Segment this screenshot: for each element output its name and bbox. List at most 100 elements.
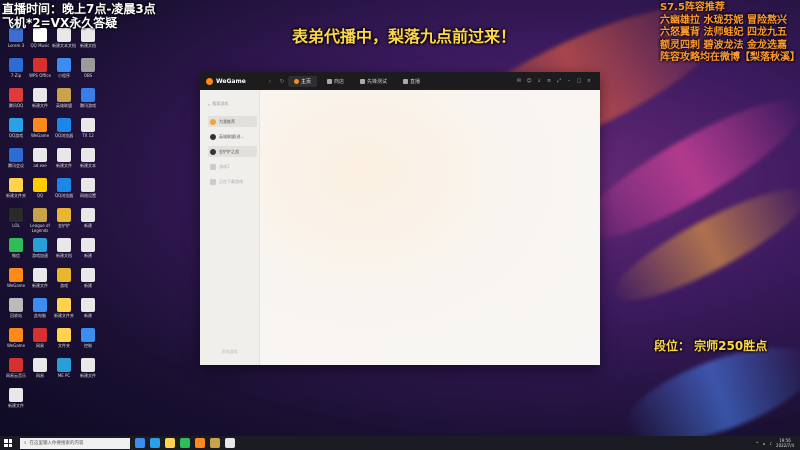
desktop-icon[interactable]: WeGame bbox=[3, 328, 29, 358]
desktop-icon[interactable]: 小程序 bbox=[51, 58, 77, 88]
desktop-icon-label: 新建 bbox=[84, 283, 92, 288]
sidebar-item-downloading[interactable]: 正在下载游戏 bbox=[208, 176, 257, 187]
desktop-icon[interactable]: 新建 bbox=[75, 268, 101, 298]
taskbar-app-icon[interactable] bbox=[195, 438, 205, 448]
desktop-icon[interactable]: OBS bbox=[75, 58, 101, 88]
desktop-icon-label: 新建文件 bbox=[80, 373, 96, 378]
desktop-icon[interactable]: 文件夹 bbox=[51, 328, 77, 358]
app-icon bbox=[57, 268, 71, 282]
user-icon[interactable]: ☺ bbox=[524, 78, 534, 84]
app-icon bbox=[33, 328, 47, 342]
desktop-icon[interactable]: 新建文本文档 bbox=[51, 28, 77, 58]
tab-label: 先锋测试 bbox=[367, 78, 388, 85]
desktop-icon-label: TX 12 bbox=[82, 133, 94, 138]
desktop-icon[interactable]: 游戏 bbox=[51, 268, 77, 298]
desktop-icon[interactable]: 新建 bbox=[75, 208, 101, 238]
desktop-icon[interactable]: Lorem 3 bbox=[3, 28, 29, 58]
desktop-icon[interactable]: QQ浏览器 bbox=[51, 178, 77, 208]
desktop-icon[interactable]: League of Legends bbox=[27, 208, 53, 238]
download-icon[interactable]: ↓ bbox=[534, 78, 544, 84]
maximize-icon[interactable]: □ bbox=[574, 78, 584, 84]
tab-live[interactable]: 直播 bbox=[397, 76, 426, 87]
desktop-icon[interactable]: 英雄联盟 bbox=[51, 88, 77, 118]
tab-pioneer-test[interactable]: 先锋测试 bbox=[354, 76, 393, 87]
desktop-icon-label: 网易云音乐 bbox=[6, 373, 26, 378]
desktop-icon-label: 新建文本文档 bbox=[52, 43, 76, 48]
taskbar-app-icon[interactable] bbox=[225, 438, 235, 448]
app-icon bbox=[57, 358, 71, 372]
message-icon[interactable]: ✉ bbox=[514, 78, 524, 84]
app-icon bbox=[33, 298, 47, 312]
volume-icon[interactable]: ♪ bbox=[769, 441, 772, 446]
back-arrow-icon[interactable]: ‹ bbox=[264, 78, 276, 85]
desktop-icon[interactable]: 7-Zip bbox=[3, 58, 29, 88]
tab-home[interactable]: 主页 bbox=[288, 75, 318, 87]
desktop-icon[interactable]: 腾讯游戏 bbox=[75, 88, 101, 118]
taskbar-app-icon[interactable] bbox=[150, 438, 160, 448]
sidebar-item-game[interactable]: 游戏1 bbox=[208, 161, 257, 172]
taskbar-search-input[interactable]: ⌕ 在这里输入你要搜索的内容 bbox=[20, 437, 130, 449]
desktop-icon[interactable]: 网易 bbox=[27, 358, 53, 388]
desktop-icon[interactable]: QQ bbox=[27, 178, 53, 208]
desktop-icon[interactable]: 新建文件 bbox=[51, 148, 77, 178]
stream-banner: 表弟代播中，梨落九点前过来！ bbox=[292, 27, 517, 46]
add-game-button[interactable]: 添加游戏 bbox=[200, 349, 259, 355]
desktop-icon[interactable]: LOL bbox=[3, 208, 29, 238]
desktop-icon[interactable]: 新建 bbox=[75, 238, 101, 268]
minimize-icon[interactable]: – bbox=[564, 78, 574, 84]
close-icon[interactable]: × bbox=[584, 78, 594, 84]
desktop-icon-label: 新建文件 bbox=[56, 163, 72, 168]
search-icon: ⌕ bbox=[208, 101, 211, 107]
desktop-icon[interactable]: WPS Office bbox=[27, 58, 53, 88]
desktop-icon[interactable]: 腾讯QQ bbox=[3, 88, 29, 118]
desktop-icon[interactable]: ME PC bbox=[51, 358, 77, 388]
taskbar-app-icon[interactable] bbox=[165, 438, 175, 448]
desktop-icon[interactable]: 新建 bbox=[75, 298, 101, 328]
desktop-icon[interactable]: 金铲铲 bbox=[51, 208, 77, 238]
desktop-icon[interactable]: 回收站 bbox=[3, 298, 29, 328]
desktop-icon[interactable]: 网易云音乐 bbox=[3, 358, 29, 388]
taskbar-clock[interactable]: 19:56 2022/7/4 bbox=[776, 438, 794, 448]
desktop-icon[interactable]: 新建文件 bbox=[27, 88, 53, 118]
taskbar-app-icon[interactable] bbox=[210, 438, 220, 448]
desktop-icon[interactable]: 新建文件 bbox=[3, 388, 29, 418]
desktop-icon[interactable]: ad.exe bbox=[27, 148, 53, 178]
desktop-icon[interactable]: 新建文本 bbox=[75, 148, 101, 178]
desktop-icon[interactable]: 控制 bbox=[75, 328, 101, 358]
taskbar-app-icon[interactable] bbox=[135, 438, 145, 448]
desktop-icon[interactable]: 微信 bbox=[3, 238, 29, 268]
tray-arrow-icon[interactable]: ^ bbox=[756, 441, 759, 446]
refresh-icon[interactable]: ↻ bbox=[276, 78, 288, 85]
desktop-icon[interactable]: 此电脑 bbox=[27, 298, 53, 328]
tab-label: 主页 bbox=[301, 78, 312, 85]
start-button[interactable] bbox=[4, 439, 12, 447]
sidebar-item-recommend[interactable]: 为我推荐 bbox=[208, 116, 257, 127]
desktop-icon[interactable]: QQ Music bbox=[27, 28, 53, 58]
taskbar-search-placeholder: 在这里输入你要搜索的内容 bbox=[29, 441, 84, 446]
desktop-icon[interactable]: 网易 bbox=[27, 328, 53, 358]
game-search-input[interactable]: ⌕ 搜索游戏 bbox=[208, 100, 254, 108]
desktop-icon[interactable]: WeGame bbox=[3, 268, 29, 298]
desktop-icon[interactable]: 腾讯会议 bbox=[3, 148, 29, 178]
desktop-icon[interactable]: 新建文件夹 bbox=[51, 298, 77, 328]
network-icon[interactable]: ⌂ bbox=[763, 441, 766, 446]
desktop-icon[interactable]: QQ游戏 bbox=[3, 118, 29, 148]
expand-icon[interactable]: ⤢ bbox=[554, 78, 564, 84]
taskbar-app-icon[interactable] bbox=[180, 438, 190, 448]
desktop-icon[interactable]: 网络设置 bbox=[75, 178, 101, 208]
desktop-icon[interactable]: 游戏加速 bbox=[27, 238, 53, 268]
sidebar-item-lol[interactable]: 英雄联盟(进... bbox=[208, 131, 257, 142]
desktop-icon[interactable]: 新建文档 bbox=[51, 238, 77, 268]
app-icon bbox=[9, 208, 23, 222]
desktop-icon[interactable]: TX 12 bbox=[75, 118, 101, 148]
desktop-icon[interactable]: 新建文件夹 bbox=[3, 178, 29, 208]
desktop-icon[interactable]: WeGame bbox=[27, 118, 53, 148]
desktop-icon[interactable]: QQ浏览器 bbox=[51, 118, 77, 148]
desktop-icon[interactable]: 新建文件 bbox=[75, 358, 101, 388]
menu-icon[interactable]: ≡ bbox=[544, 78, 554, 84]
desktop-icon[interactable]: 新建文档 bbox=[75, 28, 101, 58]
tab-store[interactable]: 商店 bbox=[321, 76, 350, 87]
sidebar-item-tft[interactable]: 金铲铲之战 bbox=[208, 146, 257, 157]
wegame-logo[interactable]: WeGame bbox=[206, 77, 264, 85]
desktop-icon[interactable]: 新建文件 bbox=[27, 268, 53, 298]
